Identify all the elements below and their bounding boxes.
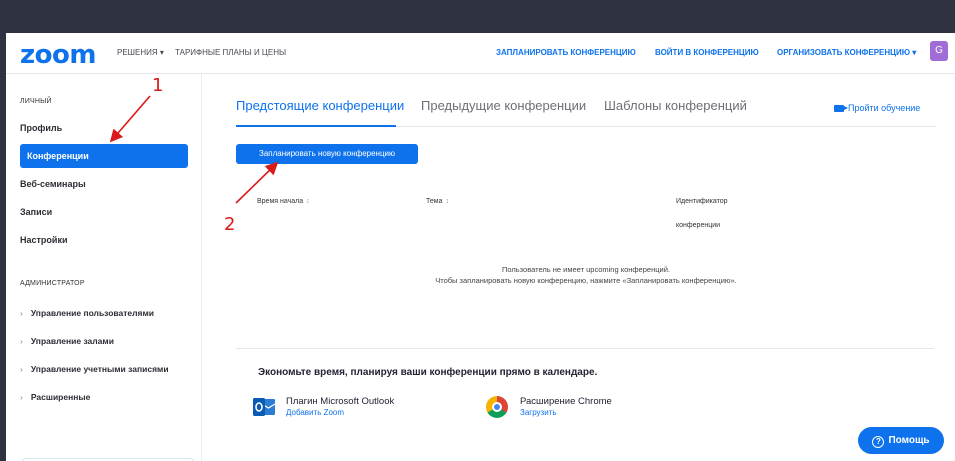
sidebar-item-settings[interactable]: Настройки [20,228,188,252]
promo-title: Экономьте время, планируя ваши конференц… [258,367,598,378]
help-button[interactable]: ? Помощь [858,427,944,454]
add-zoom-link[interactable]: Добавить Zoom [286,408,344,417]
annotation-number-2: 2 [224,214,236,235]
sidebar-item-webinars[interactable]: Веб-семинары [20,172,188,196]
sidebar: ЛИЧНЫЙ Профиль Конференции Веб-семинары … [6,74,202,461]
outlook-icon [253,398,276,416]
active-tab-indicator [236,125,396,127]
video-camera-icon [834,105,848,113]
main-content: Предстоящие конференции Предыдущие конфе… [202,74,955,461]
sidebar-item-user-management[interactable]: › Управление пользователями [20,308,154,318]
sidebar-heading-admin: АДМИНИСТРАТОР [20,280,85,287]
nav-join-meeting[interactable]: ВОЙТИ В КОНФЕРЕНЦИЮ [655,48,759,57]
schedule-new-meeting-button[interactable]: Запланировать новую конференцию [236,144,418,164]
chevron-right-icon: › [20,336,23,346]
chevron-right-icon: › [20,308,23,318]
column-start-time[interactable]: Время начала ↕ [257,198,310,205]
avatar[interactable]: G [930,41,948,61]
top-navbar: zoom РЕШЕНИЯ ▾ ТАРИФНЫЕ ПЛАНЫ И ЦЕНЫ ЗАП… [6,33,955,74]
sort-icon: ↕ [445,198,449,205]
outlook-plugin-name: Плагин Microsoft Outlook [286,396,395,407]
zoom-logo[interactable]: zoom [20,40,96,70]
sidebar-item-advanced[interactable]: › Расширенные [20,392,90,402]
tab-upcoming-meetings[interactable]: Предстоящие конференции [236,98,404,113]
empty-state-line1: Пользователь не имеет upcoming конференц… [502,265,670,274]
nav-solutions[interactable]: РЕШЕНИЯ ▾ [117,48,164,57]
sidebar-heading-personal: ЛИЧНЫЙ [20,98,52,105]
nav-schedule-meeting[interactable]: ЗАПЛАНИРОВАТЬ КОНФЕРЕНЦИЮ [496,48,636,57]
browser-top-strip [0,0,955,33]
chevron-right-icon: › [20,392,23,402]
empty-state-message: Пользователь не имеет upcoming конференц… [236,264,936,286]
column-meeting-id-line2: конференции [676,222,721,229]
empty-state-line2: Чтобы запланировать новую конференцию, н… [435,276,737,285]
tab-meeting-templates[interactable]: Шаблоны конференций [604,98,747,113]
training-link[interactable]: Пройти обучение [834,103,920,113]
column-topic[interactable]: Тема ↕ [426,198,449,205]
nav-host-meeting[interactable]: ОРГАНИЗОВАТЬ КОНФЕРЕНЦИЮ ▾ [777,48,916,57]
nav-plans-pricing[interactable]: ТАРИФНЫЕ ПЛАНЫ И ЦЕНЫ [175,48,286,57]
annotation-number-1: 1 [152,75,164,96]
download-link[interactable]: Загрузить [520,408,557,417]
sidebar-item-room-management[interactable]: › Управление залами [20,336,114,346]
chrome-extension-name: Расширение Chrome [520,396,612,407]
chevron-right-icon: › [20,364,23,374]
column-meeting-id: Идентификатор [676,198,728,205]
sidebar-item-meetings[interactable]: Конференции [20,144,188,168]
calendar-promo: Экономьте время, планируя ваши конференц… [236,348,934,461]
question-icon: ? [872,436,885,448]
sidebar-item-recordings[interactable]: Записи [20,200,188,224]
sidebar-item-profile[interactable]: Профиль [20,116,188,140]
chrome-icon [486,396,508,418]
tab-previous-meetings[interactable]: Предыдущие конференции [421,98,586,113]
sort-icon: ↕ [306,198,310,205]
sidebar-item-account-management[interactable]: › Управление учетными записями [20,364,169,374]
